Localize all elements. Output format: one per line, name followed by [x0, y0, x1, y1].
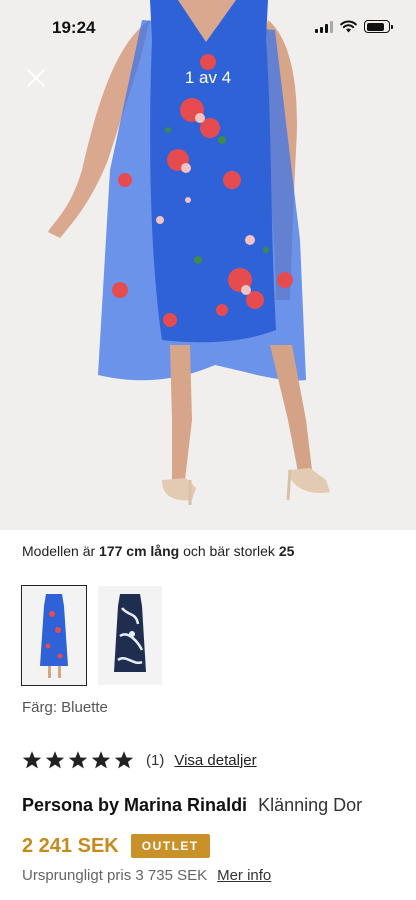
product-title: Persona by Marina Rinaldi Klänning Dor — [22, 795, 416, 816]
model-size: 25 — [278, 543, 295, 559]
star-rating — [22, 750, 134, 770]
star-icon — [45, 751, 65, 769]
original-price-row: Ursprungligt pris 3 735 SEK Mer info — [22, 867, 271, 884]
color-variant-navy[interactable] — [98, 586, 162, 685]
model-height: 177 cm lång — [99, 543, 180, 559]
rating: (1) Visa detaljer — [22, 750, 257, 770]
cellular-signal-icon — [315, 20, 333, 33]
current-price: 2 241 SEK — [22, 834, 119, 857]
battery-fill — [366, 22, 385, 31]
image-counter: 1 av 4 — [184, 68, 232, 87]
star-icon — [22, 751, 42, 769]
status-bar: 19:24 — [0, 0, 416, 56]
color-label: Färg: Bluette — [22, 699, 108, 716]
color-variants — [21, 585, 162, 686]
model-info: Modellen är 177 cm lång och bär storlek … — [22, 543, 294, 559]
review-count: (1) — [146, 751, 165, 769]
original-price: Ursprungligt pris 3 735 SEK — [22, 867, 208, 884]
color-variant-blue[interactable] — [21, 585, 87, 686]
battery-icon — [364, 20, 393, 33]
view-details-link[interactable]: Visa detaljer — [174, 752, 256, 769]
star-icon — [91, 751, 111, 769]
brand-name[interactable]: Persona by Marina Rinaldi — [22, 795, 247, 815]
model-info-prefix: Modellen är — [22, 543, 96, 559]
outlet-badge: OUTLET — [130, 834, 210, 858]
model-info-middle: och bär storlek — [183, 543, 275, 559]
star-icon — [114, 751, 134, 769]
blue-dress-thumbnail — [22, 586, 86, 685]
wifi-icon — [340, 20, 357, 33]
star-icon — [68, 751, 88, 769]
price-row: 2 241 SEK OUTLET — [22, 834, 210, 858]
status-icons — [315, 20, 393, 33]
more-info-link[interactable]: Mer info — [217, 867, 271, 884]
product-name: Klänning Dor — [258, 795, 363, 815]
navy-dress-thumbnail — [98, 586, 162, 685]
status-time: 19:24 — [52, 18, 96, 37]
